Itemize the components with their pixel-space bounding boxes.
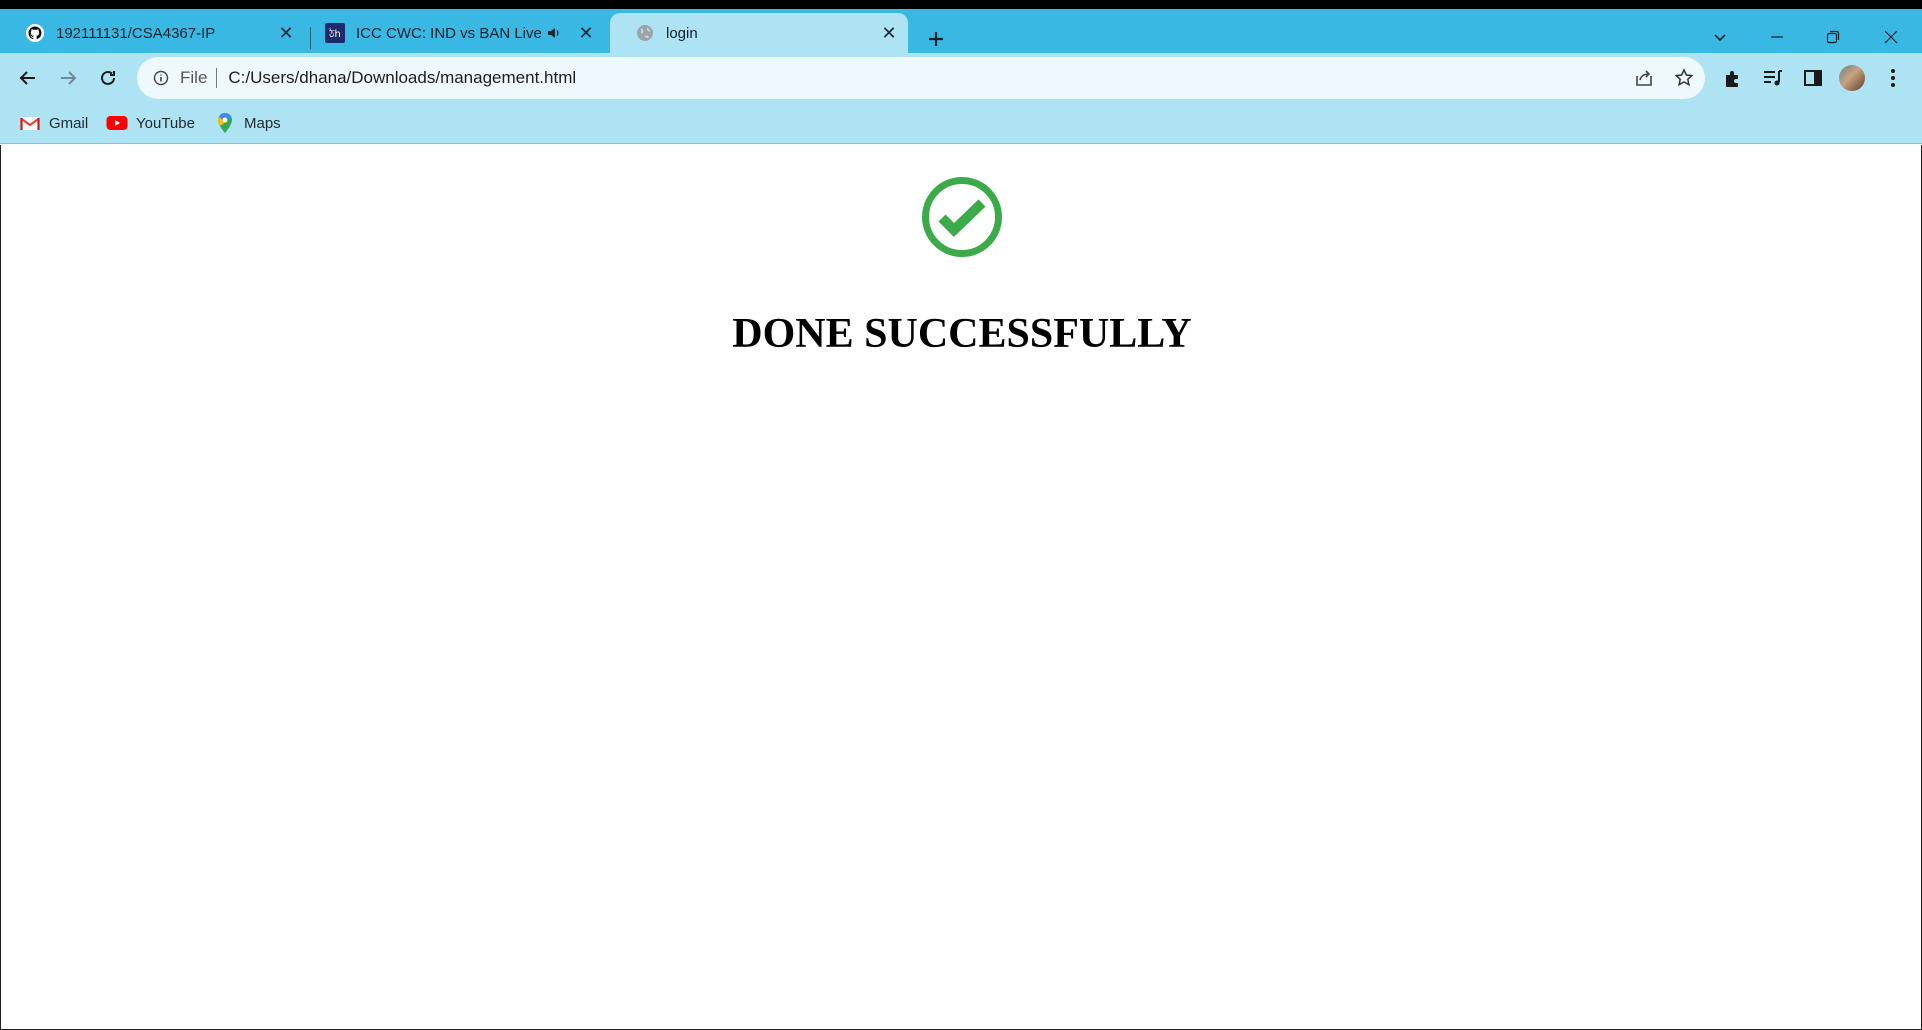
address-bar[interactable]: File C:/Users/dhana/Downloads/management… (137, 57, 1705, 99)
tab-login[interactable]: login ✕ (610, 13, 908, 53)
tab-title: login (666, 24, 698, 42)
maps-icon (214, 113, 236, 133)
speaker-icon[interactable] (543, 22, 565, 44)
minimize-icon (1771, 36, 1783, 38)
bookmark-label: YouTube (136, 114, 195, 132)
extensions-button[interactable] (1720, 65, 1746, 91)
youtube-icon (106, 113, 128, 133)
divider (216, 68, 218, 88)
tab-title: 192111131/CSA4367-IP (56, 24, 216, 42)
news-site-icon: ঠh (325, 23, 345, 43)
window-top-edge (0, 0, 1922, 9)
bookmark-maps[interactable]: Maps (214, 112, 281, 134)
check-circle-icon (921, 176, 1003, 258)
scheme-label: File (180, 68, 208, 87)
close-icon[interactable]: ✕ (878, 22, 900, 44)
restore-button[interactable] (1813, 22, 1853, 52)
plus-icon (929, 32, 943, 46)
gmail-icon (19, 113, 41, 133)
bookmark-star-icon[interactable] (1673, 67, 1695, 89)
tab-title: ICC CWC: IND vs BAN Live s (356, 24, 543, 42)
close-icon[interactable]: ✕ (275, 22, 297, 44)
globe-icon (635, 23, 655, 43)
menu-button[interactable] (1880, 65, 1906, 91)
page-content: DONE SUCCESSFULLY (0, 145, 1922, 1030)
close-window-button[interactable] (1871, 22, 1911, 52)
chevron-down-icon (1714, 34, 1726, 42)
playlist-music-icon (1764, 70, 1782, 86)
info-icon[interactable] (151, 68, 171, 88)
browser-toolbar: File C:/Users/dhana/Downloads/management… (0, 53, 1922, 102)
side-panel-icon (1804, 70, 1822, 86)
bookmark-gmail[interactable]: Gmail (19, 112, 88, 134)
close-icon (1884, 30, 1898, 44)
bookmark-label: Maps (244, 114, 281, 132)
share-icon[interactable] (1633, 67, 1655, 89)
restore-icon (1826, 30, 1840, 44)
side-panel-button[interactable] (1800, 65, 1826, 91)
new-tab-button[interactable] (922, 25, 950, 53)
profile-avatar[interactable] (1839, 65, 1865, 91)
bookmarks-bar: Gmail YouTube Maps (0, 102, 1922, 144)
forward-button[interactable] (53, 63, 83, 93)
media-controls-button[interactable] (1760, 65, 1786, 91)
svg-text:ঠh: ঠh (328, 27, 341, 40)
tab-github[interactable]: 192111131/CSA4367-IP ✕ (0, 13, 305, 53)
bookmark-label: Gmail (49, 114, 89, 132)
tab-cricket[interactable]: ঠh ICC CWC: IND vs BAN Live s ✕ (300, 13, 605, 53)
puzzle-icon (1726, 71, 1738, 87)
tab-strip: 192111131/CSA4367-IP ✕ ঠh ICC CWC: IND v… (0, 9, 1922, 53)
reload-button[interactable] (93, 63, 123, 93)
tab-search-button[interactable] (1700, 22, 1740, 52)
page-title: DONE SUCCESSFULLY (732, 311, 1192, 357)
minimize-button[interactable] (1757, 22, 1797, 52)
back-arrow-icon (19, 71, 35, 85)
github-icon (25, 23, 45, 43)
close-icon[interactable]: ✕ (575, 22, 597, 44)
url-text[interactable]: C:/Users/dhana/Downloads/management.html (228, 68, 576, 88)
bookmark-youtube[interactable]: YouTube (106, 112, 195, 134)
kebab-menu-icon (1891, 69, 1895, 87)
forward-arrow-icon (61, 71, 77, 85)
back-button[interactable] (13, 63, 43, 93)
reload-icon (101, 70, 115, 85)
